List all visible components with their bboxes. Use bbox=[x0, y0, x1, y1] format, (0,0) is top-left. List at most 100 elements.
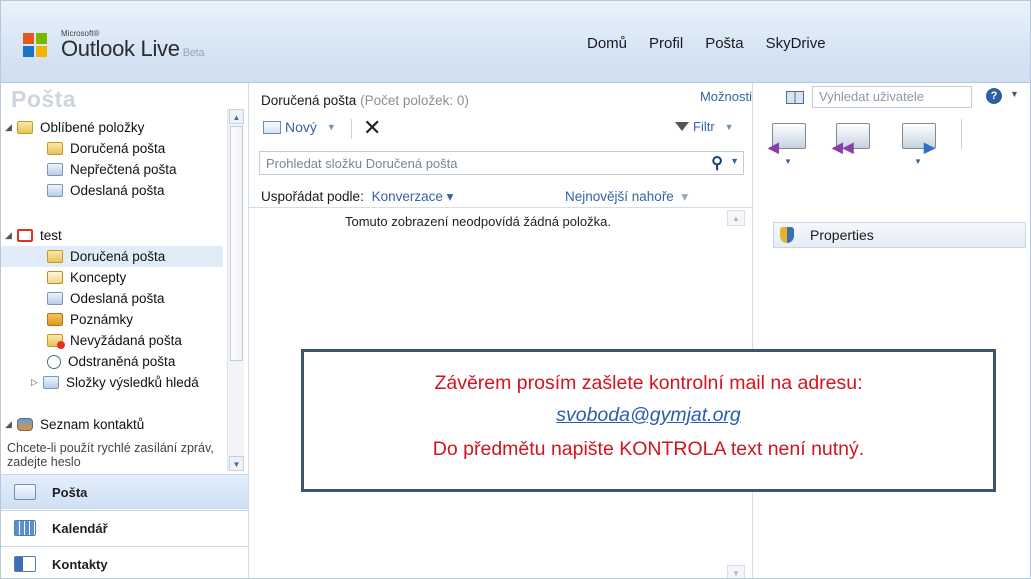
people-icon bbox=[17, 418, 33, 431]
folder-label: Odstraněná pošta bbox=[68, 354, 176, 369]
message-list-pane: Doručená pošta (Počet položek: 0) Možnos… bbox=[248, 83, 753, 578]
reading-pane: Vyhledat uživatele ? ▼ ◀ ▼ ◀◀ ▶ ▼ Proper… bbox=[754, 83, 1030, 578]
collapse-triangle-icon[interactable]: ◢ bbox=[5, 230, 17, 241]
logo-beta: Beta bbox=[182, 47, 205, 59]
contact-search: Vyhledat uživatele bbox=[786, 86, 972, 108]
search-icon[interactable]: ⚲ bbox=[711, 153, 723, 173]
forward-button[interactable]: ▶ ▼ bbox=[900, 119, 940, 167]
sort-by-dropdown[interactable]: Konverzace ▾ bbox=[372, 189, 454, 204]
outlook-live-logo[interactable]: Microsoft® Outlook Live Beta bbox=[21, 27, 221, 67]
header-bar: Microsoft® Outlook Live Beta Domů Profil … bbox=[1, 1, 1030, 83]
empty-message: Tomuto zobrazení neodpovídá žádná položk… bbox=[345, 214, 611, 229]
notice-email-link[interactable]: svoboda@gymjat.org bbox=[304, 404, 993, 427]
scroll-up-icon[interactable]: ▲ bbox=[727, 210, 745, 226]
mail-icon bbox=[14, 484, 36, 500]
folder-deleted[interactable]: Odstraněná pošta bbox=[47, 351, 175, 372]
properties-label: Properties bbox=[810, 227, 874, 243]
folder-header: Doručená pošta (Počet položek: 0) bbox=[261, 93, 469, 108]
chevron-down-icon[interactable]: ▼ bbox=[1010, 89, 1019, 99]
nav-skydrive[interactable]: SkyDrive bbox=[766, 35, 826, 52]
chevron-down-icon[interactable]: ▼ bbox=[725, 122, 734, 132]
folder-inbox[interactable]: Doručená pošta bbox=[1, 246, 223, 267]
folder-junk[interactable]: Nevyžádaná pošta bbox=[47, 330, 182, 351]
scroll-up-icon[interactable]: ▲ bbox=[229, 109, 244, 124]
reply-all-button[interactable]: ◀◀ bbox=[832, 119, 874, 167]
folder-notes[interactable]: Poznámky bbox=[47, 309, 133, 330]
folder-fav-unread[interactable]: Nepřečtená pošta bbox=[47, 159, 177, 180]
new-button[interactable]: Nový ▼ bbox=[263, 119, 336, 135]
properties-button[interactable]: Properties bbox=[773, 222, 1026, 248]
chevron-down-icon[interactable]: ▼ bbox=[784, 157, 792, 166]
sort-order-dropdown[interactable]: Nejnovější nahoře ▾ bbox=[565, 189, 688, 205]
deleted-items-icon bbox=[47, 354, 61, 369]
reply-button[interactable]: ◀ ▼ bbox=[768, 119, 810, 167]
search-placeholder: Prohledat složku Doručená pošta bbox=[266, 156, 458, 171]
search-folder-icon bbox=[47, 163, 63, 176]
folder-search-results[interactable]: ▷ Složky výsledků hledá bbox=[31, 372, 199, 393]
sort-value: Konverzace bbox=[371, 189, 443, 204]
chevron-down-icon[interactable]: ▼ bbox=[914, 157, 922, 166]
favorites-group[interactable]: ◢ Oblíbené položky bbox=[5, 117, 144, 138]
message-toolbar: Nový ▼ ✕ Filtr ▼ bbox=[257, 116, 753, 143]
folder-pane: ◢ Oblíbené položky Doručená pošta Nepřeč… bbox=[1, 107, 248, 474]
folder-scrollbar[interactable]: ▲ ▼ bbox=[227, 109, 244, 471]
nav-home[interactable]: Domů bbox=[587, 35, 627, 52]
delete-icon[interactable]: ✕ bbox=[363, 116, 381, 140]
account-label: test bbox=[40, 228, 62, 243]
logo-square-icon bbox=[23, 46, 34, 57]
sent-folder-icon bbox=[47, 184, 63, 197]
app-window: Microsoft® Outlook Live Beta Domů Profil … bbox=[0, 0, 1031, 579]
help-icon[interactable]: ? bbox=[986, 88, 1002, 104]
folder-label: Poznámky bbox=[70, 312, 134, 327]
folder-tree: ◢ Oblíbené položky Doručená pošta Nepřeč… bbox=[1, 107, 227, 474]
scroll-thumb[interactable] bbox=[230, 126, 243, 361]
chevron-down-icon[interactable]: ▼ bbox=[327, 122, 336, 132]
notice-line-1: Závěrem prosím zašlete kontrolní mail na… bbox=[434, 372, 863, 394]
chat-hint: Chcete-li použít rychlé zasílání zpráv, … bbox=[7, 441, 214, 469]
address-book-icon[interactable] bbox=[786, 90, 804, 104]
options-link[interactable]: Možnosti bbox=[700, 89, 752, 104]
contacts-icon bbox=[14, 556, 36, 572]
sort-order-value: Nejnovější nahoře bbox=[565, 189, 674, 204]
filter-button[interactable]: Filtr ▼ bbox=[675, 119, 734, 134]
favorites-label: Oblíbené položky bbox=[40, 120, 145, 135]
logo-name: Outlook Live bbox=[61, 36, 180, 61]
bottom-nav-label: Kontakty bbox=[52, 556, 108, 572]
folder-label: Doručená pošta bbox=[70, 141, 166, 156]
funnel-icon bbox=[675, 122, 689, 131]
account-group[interactable]: ◢ test bbox=[5, 225, 62, 246]
nav-profile[interactable]: Profil bbox=[649, 35, 683, 52]
folder-fav-inbox[interactable]: Doručená pošta bbox=[47, 138, 165, 159]
bottom-nav-calendar[interactable]: Kalendář bbox=[1, 510, 248, 545]
expand-triangle-icon[interactable]: ▷ bbox=[31, 377, 43, 388]
collapse-triangle-icon[interactable]: ◢ bbox=[5, 419, 17, 430]
contacts-list-label: Seznam kontaktů bbox=[40, 417, 145, 432]
folder-title: Doručená pošta bbox=[261, 93, 357, 108]
action-divider bbox=[961, 119, 962, 149]
bottom-nav-mail[interactable]: Pošta bbox=[1, 474, 248, 509]
folder-fav-sent[interactable]: Odeslaná pošta bbox=[47, 180, 165, 201]
folder-search-input[interactable]: Prohledat složku Doručená pošta ⚲ ▼ bbox=[259, 151, 744, 175]
folder-sent[interactable]: Odeslaná pošta bbox=[47, 288, 165, 309]
nav-mail[interactable]: Pošta bbox=[705, 35, 743, 52]
scroll-down-icon[interactable]: ▼ bbox=[727, 565, 745, 578]
folder-label: Nevyžádaná pošta bbox=[70, 333, 182, 348]
bottom-nav-contacts[interactable]: Kontakty bbox=[1, 546, 248, 578]
notice-line-3: Do předmětu napište KONTROLA text není n… bbox=[432, 438, 865, 460]
collapse-triangle-icon[interactable]: ◢ bbox=[5, 122, 17, 133]
notes-folder-icon bbox=[47, 313, 63, 326]
scroll-down-icon[interactable]: ▼ bbox=[229, 456, 244, 471]
folder-label: Odeslaná pošta bbox=[70, 183, 165, 198]
inbox-folder-icon bbox=[47, 250, 63, 263]
contacts-list-group[interactable]: ◢ Seznam kontaktů bbox=[5, 414, 144, 435]
calendar-icon bbox=[14, 520, 36, 536]
instruction-notice: Závěrem prosím zašlete kontrolní mail na… bbox=[301, 349, 996, 492]
contact-search-input[interactable]: Vyhledat uživatele bbox=[812, 86, 972, 108]
logo-square-icon bbox=[36, 33, 47, 44]
folder-label: Koncepty bbox=[70, 270, 127, 285]
chevron-down-icon[interactable]: ▼ bbox=[730, 156, 739, 166]
logo-square-icon bbox=[23, 33, 34, 44]
sort-bar: Uspořádat podle: Konverzace ▾ Nejnovější… bbox=[261, 189, 741, 205]
chevron-down-icon: ▾ bbox=[677, 189, 689, 204]
folder-drafts[interactable]: Koncepty bbox=[47, 267, 126, 288]
